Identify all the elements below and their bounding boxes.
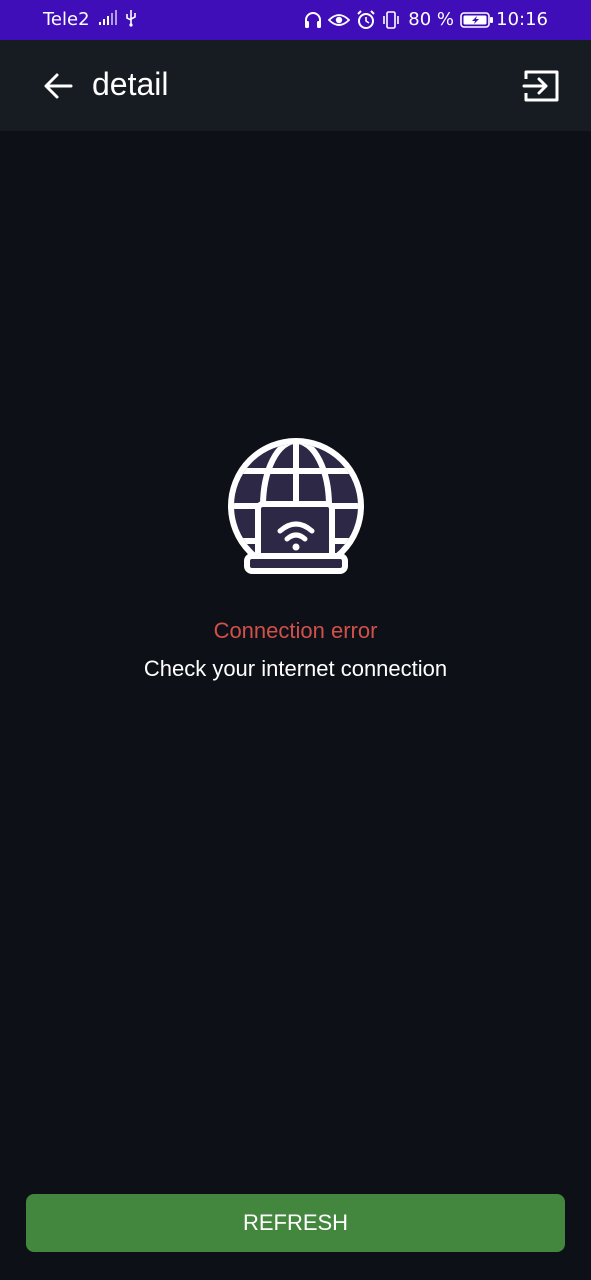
alarm-icon bbox=[357, 9, 375, 29]
vibrate-icon bbox=[383, 10, 400, 29]
page-title: detail bbox=[92, 66, 169, 102]
eye-icon bbox=[328, 13, 351, 26]
app-bar: detail bbox=[0, 40, 591, 131]
status-right-icons: 80 % bbox=[304, 9, 494, 30]
globe-laptop-wifi-icon bbox=[225, 435, 367, 577]
error-message: Check your internet connection bbox=[143, 656, 448, 681]
error-title: Connection error bbox=[213, 618, 378, 643]
status-left-icons bbox=[98, 9, 138, 27]
refresh-button[interactable]: REFRESH bbox=[26, 1194, 565, 1252]
back-button[interactable] bbox=[40, 68, 76, 104]
status-bar: Tele2 80 % 10:16 bbox=[0, 0, 591, 40]
usb-icon bbox=[126, 10, 136, 27]
exit-icon bbox=[522, 70, 559, 102]
back-arrow-icon bbox=[44, 73, 73, 99]
carrier-label: Tele2 bbox=[43, 9, 90, 30]
battery-percent: 80 % bbox=[408, 9, 454, 30]
exit-button[interactable] bbox=[519, 66, 563, 106]
signal-icon bbox=[99, 10, 117, 25]
headphones-icon bbox=[305, 11, 322, 28]
clock: 10:16 bbox=[496, 9, 548, 30]
battery-icon bbox=[460, 11, 493, 28]
